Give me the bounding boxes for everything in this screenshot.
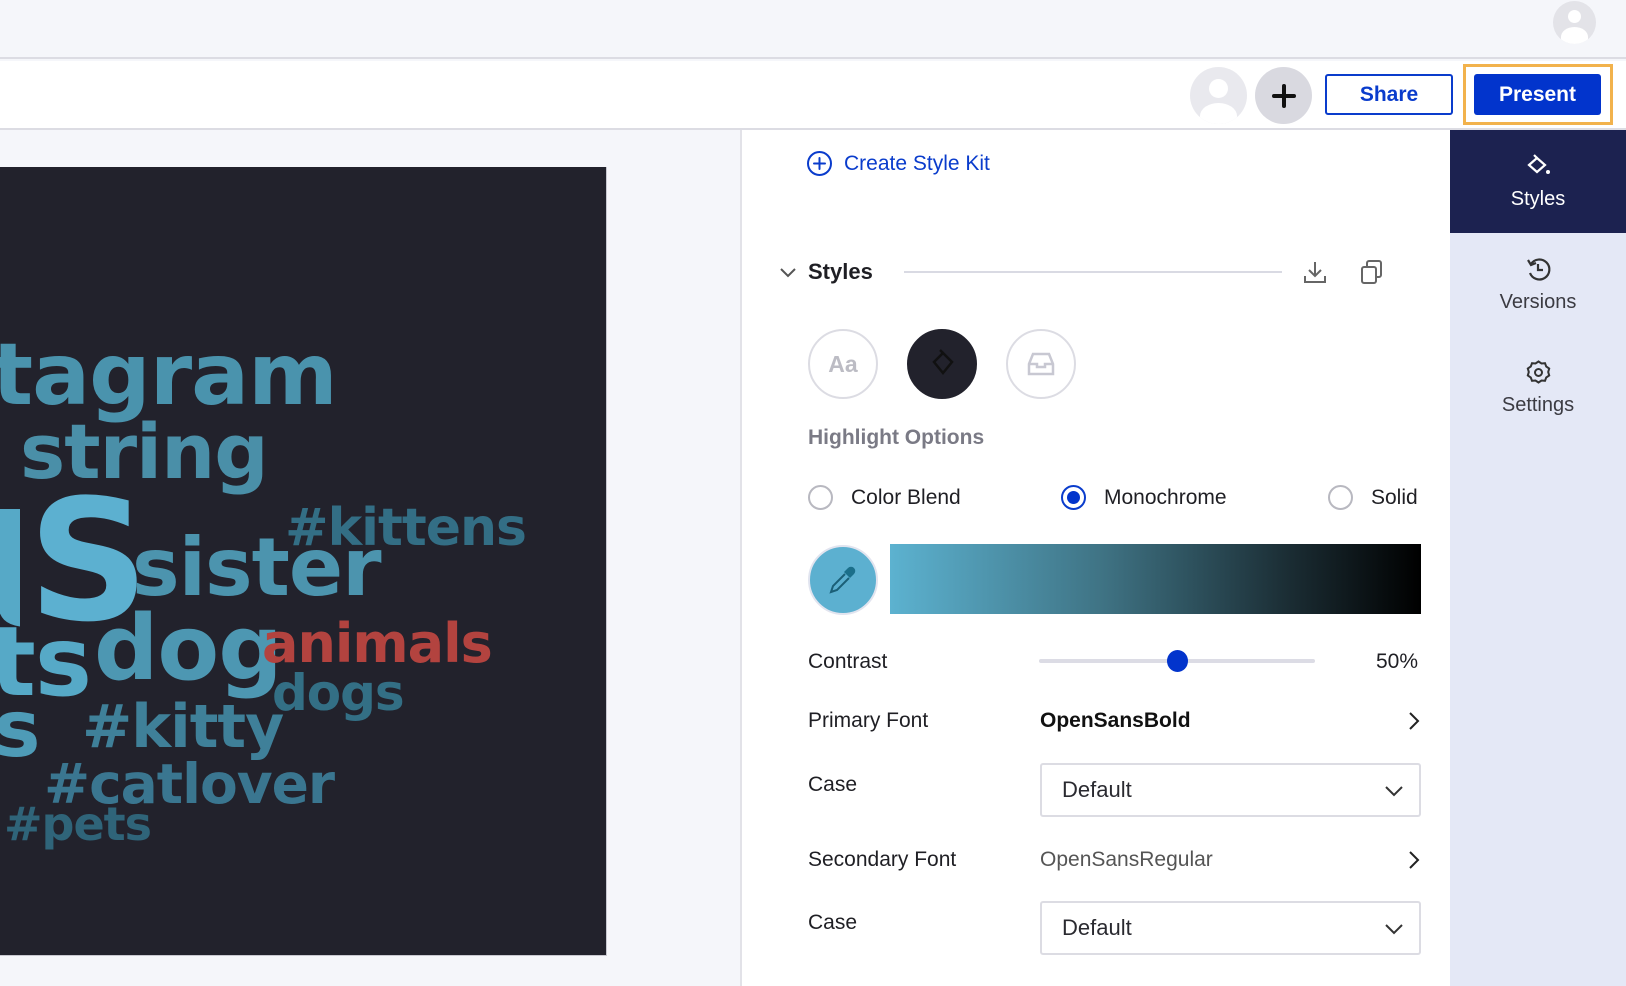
secondary-font-value[interactable]: OpenSansRegular [1040, 848, 1213, 872]
chevron-right-icon[interactable] [1405, 849, 1423, 871]
word-cloud-word: #pets [4, 797, 152, 851]
word-cloud-canvas[interactable]: tagram string S ts sister #kittens ts do… [0, 167, 607, 956]
create-style-kit-link[interactable]: Create Style Kit [806, 150, 990, 177]
collaborator-avatar-icon[interactable] [1190, 67, 1247, 124]
style-type-color[interactable] [907, 329, 977, 399]
primary-case-dropdown[interactable]: Default [1040, 763, 1421, 817]
contrast-value: 50% [1375, 650, 1418, 673]
radio-label: Solid [1371, 485, 1418, 509]
paint-bucket-icon [932, 349, 954, 375]
top-bar [0, 0, 1626, 59]
word-cloud-word: animals [262, 612, 493, 675]
sidebar-item-label: Styles [1510, 187, 1566, 210]
present-button[interactable]: Present [1474, 74, 1601, 115]
eyedropper-icon [829, 566, 856, 594]
word-cloud-word: dogs [272, 664, 405, 722]
radio-solid[interactable]: Solid [1328, 485, 1418, 510]
primary-font-value[interactable]: OpenSansBold [1040, 709, 1191, 733]
word-cloud-word: #kittens [285, 498, 527, 558]
plus-icon [1271, 83, 1296, 108]
word-cloud-word: #kitty [82, 692, 284, 762]
contrast-slider[interactable] [1039, 650, 1315, 672]
chevron-right-icon[interactable] [1405, 710, 1423, 732]
sidebar-item-label: Settings [1501, 393, 1575, 416]
radio-monochrome[interactable]: Monochrome [1061, 485, 1227, 510]
user-avatar-icon[interactable] [1553, 1, 1596, 44]
dropdown-value: Default [1062, 777, 1132, 802]
style-panel: Create Style Kit Styles Aa Highlight Opt… [740, 130, 1450, 986]
create-style-kit-label: Create Style Kit [844, 151, 990, 175]
sidebar-item-settings[interactable]: Settings [1450, 336, 1626, 439]
style-type-typography[interactable]: Aa [808, 329, 878, 399]
radio-label: Color Blend [851, 485, 961, 509]
radio-label: Monochrome [1104, 485, 1227, 509]
inbox-tray-icon [1027, 352, 1055, 376]
chevron-down-icon [1385, 786, 1403, 797]
plus-circle-icon [807, 151, 832, 176]
download-icon[interactable] [1301, 258, 1329, 286]
monochrome-gradient-preview[interactable] [890, 544, 1421, 614]
typography-icon: Aa [828, 350, 858, 377]
contrast-label: Contrast [808, 650, 888, 673]
section-divider [904, 271, 1282, 273]
share-button[interactable]: Share [1325, 74, 1453, 115]
paint-bucket-icon [1526, 153, 1550, 174]
chevron-down-icon[interactable] [778, 262, 798, 282]
secondary-font-label: Secondary Font [808, 848, 957, 871]
secondary-case-label: Case [808, 911, 858, 934]
secondary-case-dropdown[interactable]: Default [1040, 901, 1421, 955]
styles-section-header: Styles [778, 254, 1398, 290]
styles-section-title: Styles [808, 259, 873, 284]
dropdown-value: Default [1062, 915, 1132, 940]
style-type-layout[interactable] [1006, 329, 1076, 399]
history-icon [1526, 257, 1550, 281]
add-collaborator-button[interactable] [1255, 67, 1312, 124]
chevron-down-icon [1385, 924, 1403, 935]
sidebar-item-label: Versions [1499, 290, 1577, 313]
radio-indicator [808, 485, 833, 510]
radio-color-blend[interactable]: Color Blend [808, 485, 961, 510]
sidebar-item-versions[interactable]: Versions [1450, 233, 1626, 336]
radio-indicator [1061, 485, 1086, 510]
radio-indicator [1328, 485, 1353, 510]
duplicate-icon[interactable] [1358, 258, 1386, 286]
highlight-options-label: Highlight Options [808, 426, 985, 449]
primary-font-label: Primary Font [808, 709, 929, 732]
word-cloud-word: dog [94, 596, 283, 701]
contrast-slider-thumb[interactable] [1167, 650, 1188, 672]
gear-icon [1526, 359, 1550, 384]
toolbar: Share Present [0, 61, 1626, 130]
word-cloud-word: tagram [0, 325, 338, 425]
right-sidebar: Styles Versions Settings [1450, 130, 1626, 986]
word-cloud-word: s [0, 691, 40, 769]
color-picker-button[interactable] [808, 545, 878, 615]
sidebar-item-styles[interactable]: Styles [1450, 130, 1626, 233]
primary-case-label: Case [808, 773, 858, 796]
